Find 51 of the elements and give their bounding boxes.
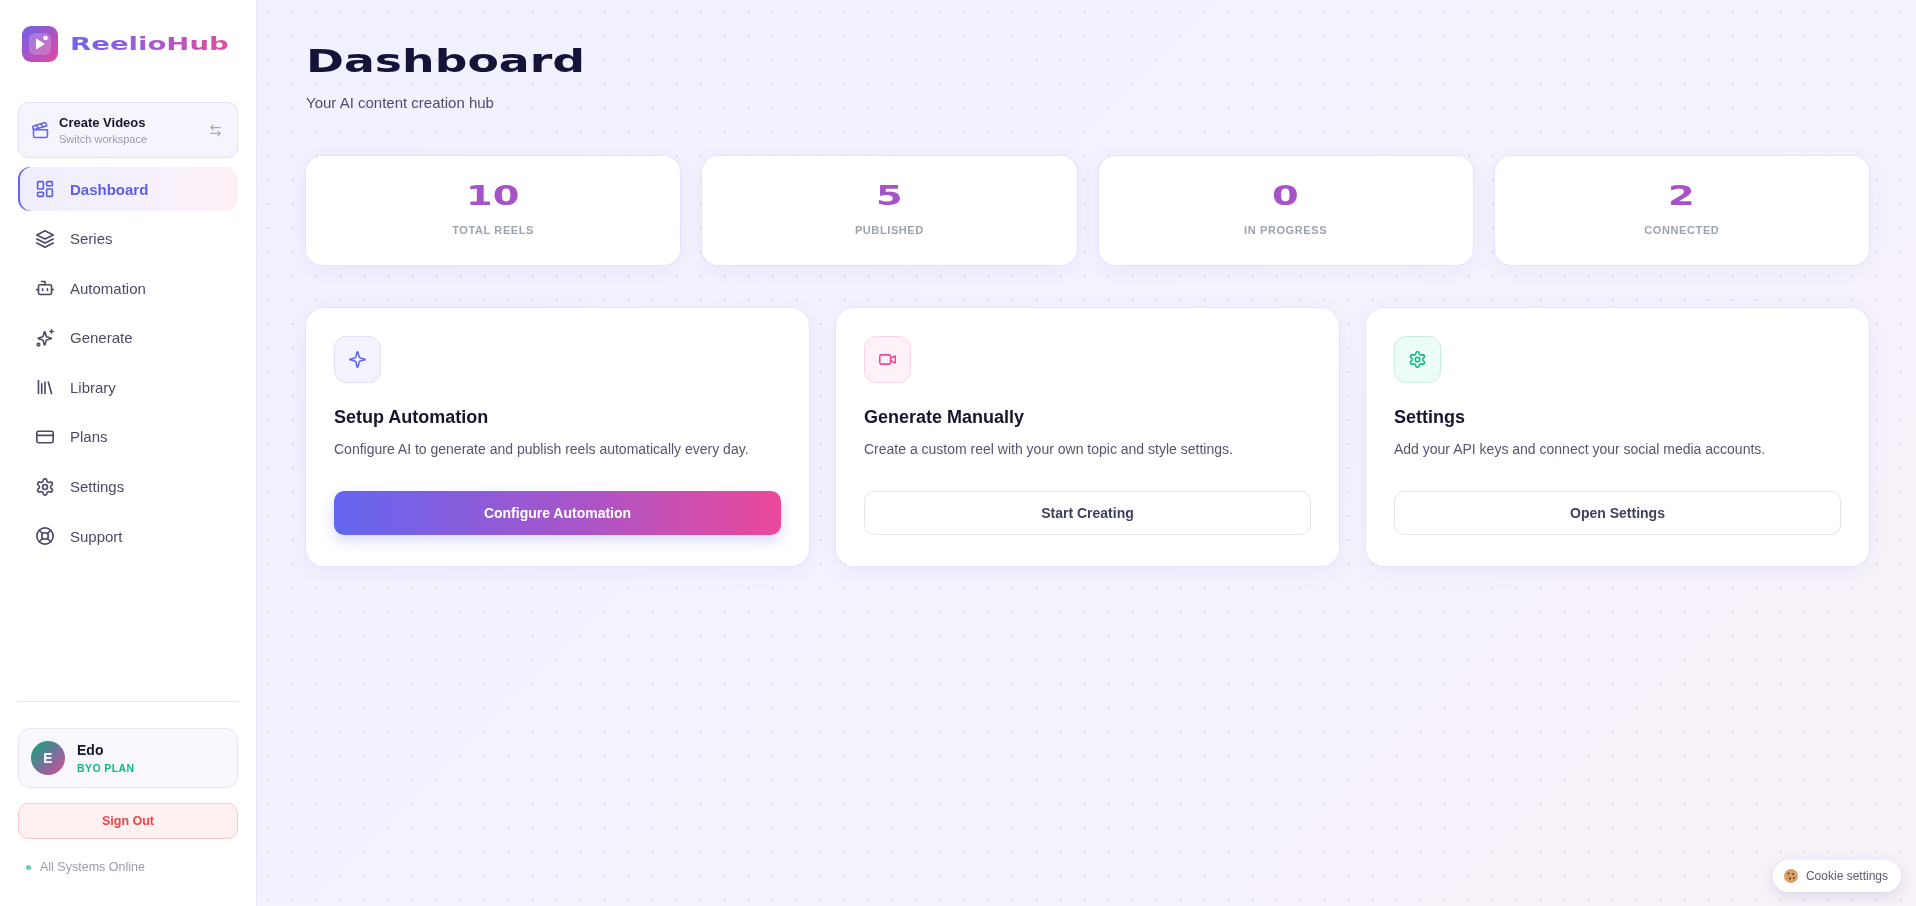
swap-arrows-icon <box>209 123 222 137</box>
stat-value: 0 <box>1272 180 1299 212</box>
nav-item[interactable]: Generate <box>18 315 238 360</box>
sparkles-icon <box>36 328 54 347</box>
workspace-switcher[interactable]: Create Videos Switch workspace <box>18 102 238 158</box>
action-button[interactable]: Configure Automation <box>334 491 781 535</box>
card-description: Add your API keys and connect your social media accounts. <box>1394 440 1766 459</box>
lifebuoy-icon <box>36 527 54 546</box>
nav-item[interactable]: Library <box>18 365 238 410</box>
clapperboard-icon <box>32 121 49 139</box>
nav-item[interactable]: Series <box>18 216 238 261</box>
action-button[interactable]: Start Creating <box>864 491 1311 535</box>
layers-icon <box>36 229 54 248</box>
stat-value: 2 <box>1668 180 1696 212</box>
sparkle-icon <box>334 336 381 383</box>
stat-label: TOTAL REELS <box>452 223 534 238</box>
page-title: Dashboard <box>306 42 586 80</box>
books-icon <box>36 378 54 397</box>
credit-card-icon <box>36 427 54 446</box>
card-title: Settings <box>1394 406 1465 429</box>
nav-item[interactable]: Settings <box>18 464 238 509</box>
gear-icon <box>36 477 54 496</box>
stat-value: 10 <box>466 180 520 212</box>
status-dot-icon <box>26 864 31 870</box>
card-description: Configure AI to generate and publish reels automatically every day. <box>334 440 749 459</box>
video-camera-icon <box>864 336 911 383</box>
nav-item[interactable]: Support <box>18 514 238 559</box>
stat-label: CONNECTED <box>1644 223 1720 238</box>
stat-label: IN PROGRESS <box>1244 223 1328 238</box>
nav-item[interactable]: Dashboard <box>18 167 238 211</box>
stat-label: PUBLISHED <box>854 223 924 238</box>
workspace-hint: Switch workspace <box>59 131 148 146</box>
card-title: Generate Manually <box>864 406 1025 429</box>
plan-label: BYO PLAN <box>77 760 135 775</box>
card-description: Create a custom reel with your own topic and style settings. <box>864 440 1233 459</box>
nav-item[interactable]: Automation <box>18 266 238 311</box>
avatar: E <box>31 741 65 775</box>
cookie-settings-button[interactable]: Cookie settings <box>1772 860 1901 892</box>
user-name: Edo <box>77 741 104 759</box>
stat-value: 5 <box>876 180 903 212</box>
status-text: All Systems Online <box>40 860 145 874</box>
nav-item[interactable]: Plans <box>18 414 238 459</box>
action-button[interactable]: Open Settings <box>1394 491 1841 535</box>
gear-icon <box>1394 336 1441 383</box>
page-subtitle: Your AI content creation hub <box>306 94 495 112</box>
cookie-icon <box>1783 869 1798 883</box>
card-title: Setup Automation <box>334 406 489 429</box>
grid-icon <box>36 180 54 198</box>
robot-icon <box>36 279 54 298</box>
logo-icon <box>22 26 58 62</box>
workspace-name: Create Videos <box>59 114 146 131</box>
